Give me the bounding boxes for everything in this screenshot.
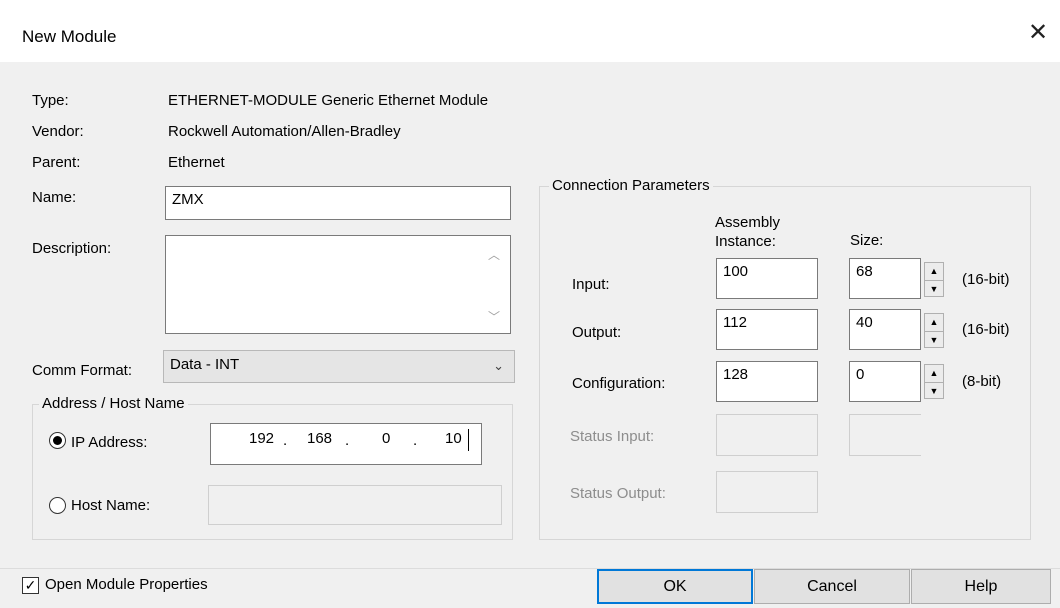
- close-icon[interactable]: ✕: [1025, 20, 1051, 46]
- ip-octet-3[interactable]: 0: [382, 430, 390, 447]
- type-value: ETHERNET-MODULE Generic Ethernet Module: [168, 92, 489, 109]
- scroll-down-icon[interactable]: ﹀: [488, 308, 500, 325]
- title-bar: [0, 0, 1060, 62]
- vendor-value: Rockwell Automation/Allen-Bradley: [168, 123, 401, 140]
- spin-down-icon[interactable]: ▼: [925, 281, 943, 298]
- configuration-size-spinner[interactable]: ▲ ▼: [924, 364, 944, 399]
- host-name-input[interactable]: [208, 485, 502, 525]
- input-size-spinner[interactable]: ▲ ▼: [924, 262, 944, 297]
- spin-down-icon[interactable]: ▼: [925, 383, 943, 400]
- output-instance-field[interactable]: 112: [716, 309, 818, 350]
- parent-label: Parent:: [32, 154, 81, 171]
- description-textarea[interactable]: ︿ ﹀: [165, 235, 511, 334]
- window-title: New Module: [22, 27, 117, 46]
- ip-octet-1[interactable]: 192: [249, 430, 274, 447]
- status-input-field: [716, 414, 818, 456]
- spin-up-icon[interactable]: ▲: [925, 263, 943, 281]
- output-label: Output:: [572, 324, 622, 341]
- ok-button[interactable]: OK: [597, 569, 753, 604]
- comm-format-select[interactable]: Data - INT ⌄: [163, 350, 515, 383]
- connection-parameters-label: Connection Parameters: [549, 177, 713, 194]
- input-unit: (16-bit): [962, 271, 1010, 288]
- chevron-down-icon: ⌄: [493, 358, 504, 373]
- help-button[interactable]: Help: [911, 569, 1051, 604]
- configuration-instance-field[interactable]: 128: [716, 361, 818, 402]
- open-module-properties-label: Open Module Properties: [45, 576, 208, 593]
- address-group-label: Address / Host Name: [39, 395, 188, 412]
- name-label: Name:: [32, 189, 77, 206]
- text-cursor: [468, 429, 469, 451]
- parent-value: Ethernet: [168, 154, 225, 171]
- assembly-instance-header: Assembly Instance:: [715, 214, 781, 250]
- scroll-up-icon[interactable]: ︿: [488, 246, 500, 263]
- output-unit: (16-bit): [962, 321, 1010, 338]
- vendor-label: Vendor:: [32, 123, 84, 140]
- ip-address-label: IP Address:: [71, 434, 148, 451]
- host-name-label: Host Name:: [71, 497, 151, 514]
- input-label: Input:: [572, 276, 610, 293]
- output-size-spinner[interactable]: ▲ ▼: [924, 313, 944, 348]
- spin-down-icon[interactable]: ▼: [925, 332, 943, 349]
- host-name-radio[interactable]: [49, 497, 66, 514]
- ip-octet-4[interactable]: 10: [445, 430, 462, 447]
- ip-address-input[interactable]: 192 . 168 . 0 . 10: [210, 423, 482, 465]
- status-input-size-field: [849, 414, 921, 456]
- configuration-label: Configuration:: [572, 375, 666, 392]
- size-header: Size:: [850, 232, 884, 249]
- input-instance-field[interactable]: 100: [716, 258, 818, 299]
- ip-dot-2: .: [345, 432, 350, 449]
- open-module-properties-checkbox[interactable]: ✓: [22, 577, 39, 594]
- spin-up-icon[interactable]: ▲: [925, 365, 943, 383]
- comm-format-value: Data - INT: [170, 356, 240, 373]
- input-size-field[interactable]: 68: [849, 258, 921, 299]
- cancel-button[interactable]: Cancel: [754, 569, 910, 604]
- ip-dot-3: .: [413, 432, 418, 449]
- status-output-field: [716, 471, 818, 513]
- comm-format-label: Comm Format:: [32, 362, 133, 379]
- configuration-size-field[interactable]: 0: [849, 361, 921, 402]
- ip-octet-2[interactable]: 168: [307, 430, 332, 447]
- ip-dot-1: .: [283, 432, 288, 449]
- configuration-unit: (8-bit): [962, 373, 1002, 390]
- output-size-field[interactable]: 40: [849, 309, 921, 350]
- ip-address-radio[interactable]: [49, 432, 66, 449]
- spin-up-icon[interactable]: ▲: [925, 314, 943, 332]
- type-label: Type:: [32, 92, 69, 109]
- description-label: Description:: [32, 240, 112, 257]
- status-output-label: Status Output:: [570, 485, 666, 502]
- status-input-label: Status Input:: [570, 428, 655, 445]
- name-input[interactable]: ZMX: [165, 186, 511, 220]
